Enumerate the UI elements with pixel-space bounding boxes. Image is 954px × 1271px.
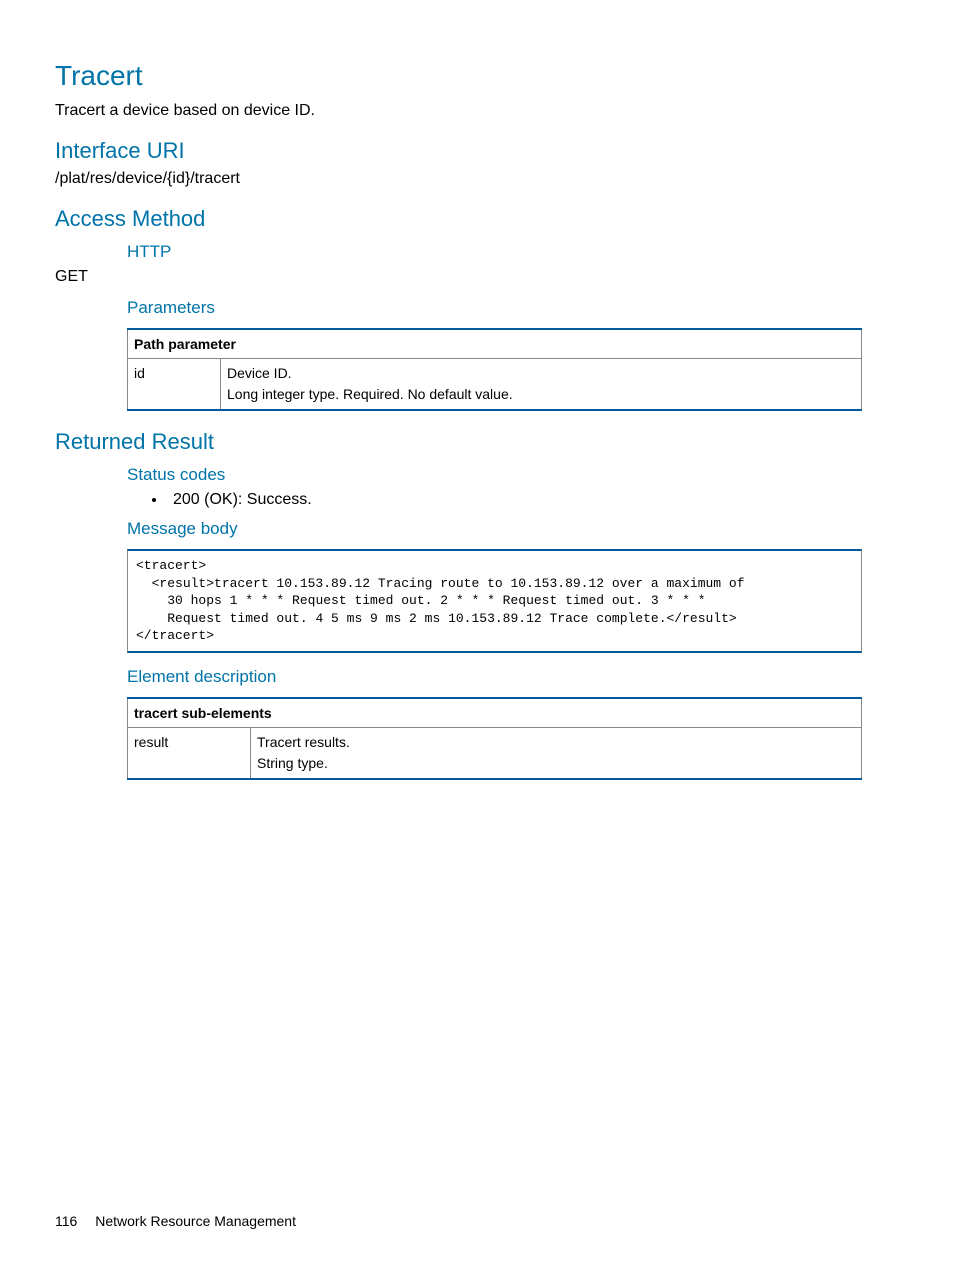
status-item: 200 (OK): Success. — [167, 491, 864, 509]
element-table-header: tracert sub-elements — [128, 698, 862, 728]
element-desc: Tracert results. String type. — [251, 727, 862, 779]
page-footer: 116 Network Resource Management — [55, 1213, 296, 1229]
heading-element-description: Element description — [127, 667, 864, 687]
parameters-table: Path parameter id Device ID. Long intege… — [127, 328, 862, 411]
heading-returned-result: Returned Result — [55, 429, 864, 455]
parameters-table-header: Path parameter — [128, 329, 862, 359]
footer-section: Network Resource Management — [95, 1213, 296, 1229]
heading-access-method: Access Method — [55, 206, 864, 232]
table-row: id Device ID. Long integer type. Require… — [128, 359, 862, 411]
heading-interface-uri: Interface URI — [55, 138, 864, 164]
page-container: Tracert Tracert a device based on device… — [0, 0, 954, 1271]
heading-message-body: Message body — [127, 519, 864, 539]
message-body-code: <tracert> <result>tracert 10.153.89.12 T… — [127, 549, 862, 653]
heading-http: HTTP — [127, 242, 864, 262]
interface-uri-value: /plat/res/device/{id}/tracert — [55, 170, 864, 188]
param-name: id — [128, 359, 221, 411]
page-title: Tracert — [55, 60, 864, 92]
heading-parameters: Parameters — [127, 298, 864, 318]
heading-status-codes: Status codes — [127, 465, 864, 485]
element-table: tracert sub-elements result Tracert resu… — [127, 697, 862, 780]
page-number: 116 — [55, 1213, 77, 1229]
element-name: result — [128, 727, 251, 779]
status-list: 200 (OK): Success. — [55, 491, 864, 509]
http-method-value: GET — [55, 268, 864, 286]
param-desc: Device ID. Long integer type. Required. … — [221, 359, 862, 411]
table-row: result Tracert results. String type. — [128, 727, 862, 779]
intro-text: Tracert a device based on device ID. — [55, 102, 864, 120]
